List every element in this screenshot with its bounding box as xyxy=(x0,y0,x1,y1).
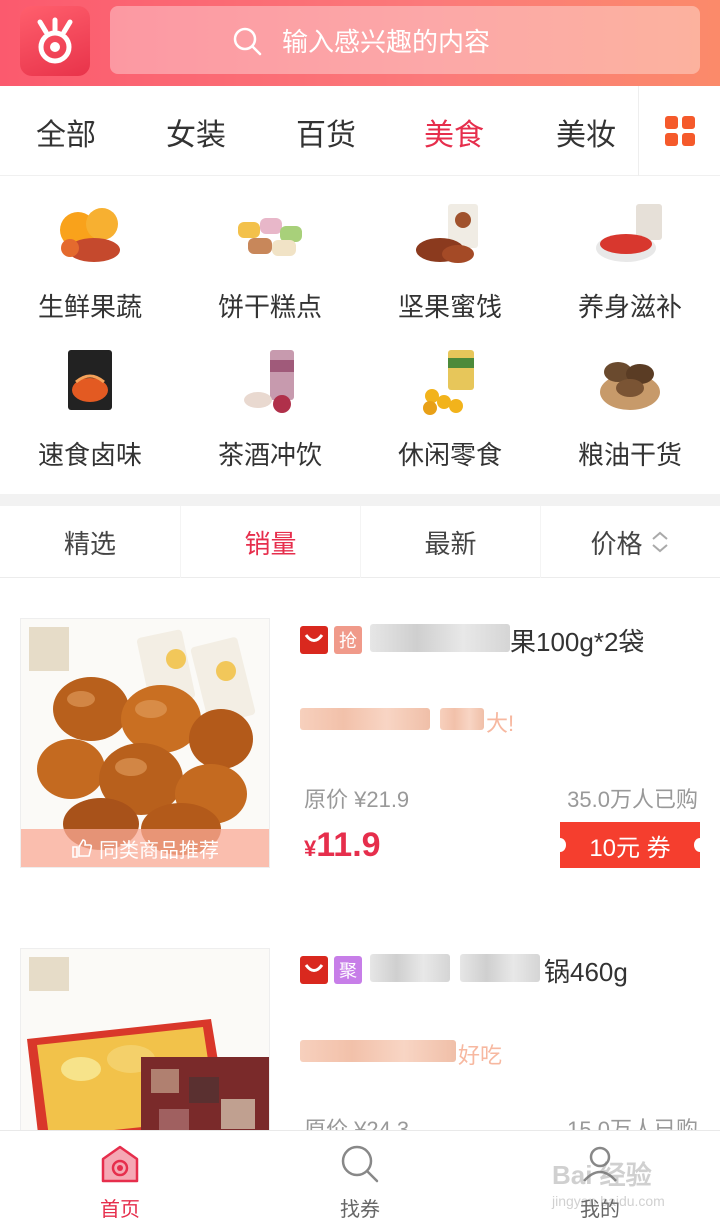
tab-home-label: 首页 xyxy=(100,1199,140,1221)
promo-badge: 抢 xyxy=(334,626,362,654)
app-header: 输入感兴趣的内容 xyxy=(0,0,720,86)
price-symbol: ¥ xyxy=(304,836,317,861)
tmall-icon xyxy=(300,956,328,984)
snack-icon xyxy=(423,350,474,415)
product-title: 果100g*2袋 xyxy=(510,627,645,657)
tab-beauty[interactable]: 美妆 xyxy=(556,110,616,154)
similar-products-button[interactable]: 同类商品推荐 xyxy=(21,829,269,867)
blurred-promo xyxy=(300,708,430,730)
recommend-label: 同类商品推荐 xyxy=(99,839,219,862)
category-tabs: 全部 女装 百货 美食 美妆 xyxy=(0,86,720,176)
search-icon xyxy=(341,1145,379,1183)
fruit-crab-icon xyxy=(60,208,120,262)
original-price: 原价 ¥21.9 xyxy=(304,787,410,812)
tab-find-coupons[interactable]: 找券 xyxy=(240,1131,480,1227)
sort-price[interactable]: 价格 xyxy=(540,506,720,578)
blurred-title xyxy=(460,954,540,982)
subcategory-pastry[interactable]: 饼干糕点 xyxy=(180,200,360,324)
subcategory-instant[interactable]: 速食卤味 xyxy=(0,348,180,472)
section-divider xyxy=(0,494,720,506)
search-placeholder: 输入感兴趣的内容 xyxy=(282,26,491,57)
search-icon xyxy=(233,27,262,56)
grid-icon xyxy=(664,116,695,146)
subcategory-label: 坚果蜜饯 xyxy=(397,292,502,322)
all-categories-button[interactable] xyxy=(638,86,720,176)
blurred-title xyxy=(370,954,450,982)
subcategory-grains[interactable]: 粮油干货 xyxy=(540,348,720,472)
tmall-icon xyxy=(300,626,328,654)
blurred-title xyxy=(370,624,510,652)
search-bar[interactable]: 输入感兴趣的内容 xyxy=(110,6,700,74)
product-image[interactable]: 同类商品推荐 xyxy=(20,618,270,868)
product-card[interactable]: 同类商品推荐 抢 果100g*2袋 大! 原价 ¥21.9 35.0万人已购 ¥… xyxy=(0,578,720,908)
nuts-icon xyxy=(416,204,478,263)
watermark-url: jingyan.baidu.com xyxy=(552,1193,665,1209)
tab-food[interactable]: 美食 xyxy=(424,110,484,154)
thumbs-up-icon xyxy=(72,839,93,858)
subcategory-label: 粮油干货 xyxy=(577,440,682,470)
goji-icon xyxy=(596,204,662,262)
sort-newest[interactable]: 最新 xyxy=(360,506,540,578)
sort-price-label: 价格 xyxy=(590,528,643,559)
watermark: Bai 经验 xyxy=(552,1160,652,1190)
tab-general-goods[interactable]: 百货 xyxy=(296,110,356,154)
subcategory-health[interactable]: 养身滋补 xyxy=(540,200,720,324)
subcategory-tea[interactable]: 茶酒冲饮 xyxy=(180,348,360,472)
promo-badge: 聚 xyxy=(334,956,362,984)
home-icon xyxy=(101,1145,139,1183)
sort-featured[interactable]: 精选 xyxy=(0,506,180,578)
current-price: ¥11.9 xyxy=(304,826,381,865)
tea-icon xyxy=(244,350,294,413)
tab-all[interactable]: 全部 xyxy=(36,110,96,154)
instant-noodle-icon xyxy=(68,350,112,410)
logo-icon xyxy=(37,17,73,64)
promo-text: 大! xyxy=(486,711,515,736)
subcategory-nuts[interactable]: 坚果蜜饯 xyxy=(360,200,540,324)
blurred-promo xyxy=(440,708,484,730)
tab-home[interactable]: 首页 xyxy=(0,1131,240,1227)
price-value: 11.9 xyxy=(316,826,381,864)
subcategory-label: 饼干糕点 xyxy=(217,292,322,322)
sort-arrows-icon xyxy=(651,531,668,553)
promo-text: 好吃 xyxy=(458,1043,503,1068)
subcategory-label: 休闲零食 xyxy=(397,440,502,470)
subcategory-grid: 生鲜果蔬 饼干糕点 坚果蜜饯 养身滋补 速食卤味 茶酒冲饮 休闲零食 粮油干货 xyxy=(0,176,720,494)
app-logo[interactable] xyxy=(20,6,90,76)
sort-sales[interactable]: 销量 xyxy=(180,506,360,578)
subcategory-label: 速食卤味 xyxy=(37,440,142,470)
tab-find-coupons-label: 找券 xyxy=(340,1199,380,1221)
sort-bar: 精选 销量 最新 价格 xyxy=(0,506,720,578)
tab-womens-clothing[interactable]: 女装 xyxy=(166,110,226,154)
subcategory-label: 养身滋补 xyxy=(577,292,682,322)
product-title: 锅460g xyxy=(544,957,628,987)
coupon-button[interactable]: 10元 券 xyxy=(554,822,706,868)
subcategory-fresh[interactable]: 生鲜果蔬 xyxy=(0,200,180,324)
mushroom-icon xyxy=(600,362,660,410)
pastry-icon xyxy=(238,218,302,256)
subcategory-label: 生鲜果蔬 xyxy=(37,292,142,322)
sold-count: 35.0万人已购 xyxy=(567,787,698,812)
blurred-promo xyxy=(300,1040,456,1062)
subcategory-snacks[interactable]: 休闲零食 xyxy=(360,348,540,472)
subcategory-label: 茶酒冲饮 xyxy=(217,440,322,470)
